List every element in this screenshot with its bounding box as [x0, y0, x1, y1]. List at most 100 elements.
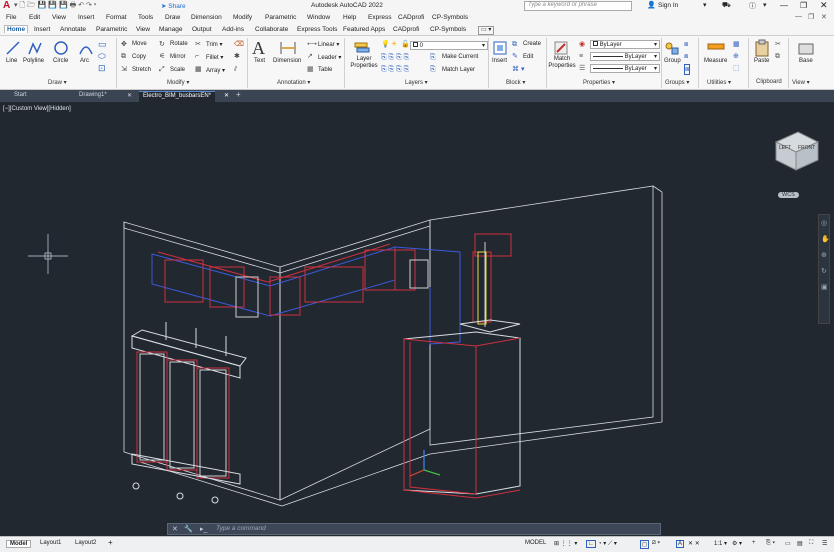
minimize-icon[interactable]: — — [780, 1, 788, 10]
tab-annotate[interactable]: Annotate — [58, 26, 88, 33]
boundary-icon[interactable]: ⊡ — [98, 64, 106, 73]
close-tab-icon[interactable]: ✕ — [224, 92, 229, 99]
file-tab-start[interactable]: Start — [10, 91, 31, 102]
doc-close-icon[interactable]: ✕ — [821, 13, 827, 21]
layer-properties-button[interactable]: Layer Properties — [349, 56, 379, 70]
rotate-button[interactable]: Rotate — [170, 41, 188, 47]
stretch-button[interactable]: Stretch — [132, 67, 151, 73]
grid-icon[interactable]: ⊞ ⋮⋮ ▾ — [554, 540, 577, 547]
insert-button[interactable]: Insert — [492, 58, 507, 64]
match-properties-icon[interactable] — [553, 40, 569, 56]
arc-button[interactable]: Arc — [80, 58, 89, 64]
layers-panel-label[interactable]: Layers ▾ — [405, 79, 428, 86]
match-properties-button[interactable]: Match Properties — [547, 56, 577, 70]
showmotion-icon[interactable]: ▣ — [821, 283, 828, 291]
properties-panel-label[interactable]: Properties ▾ — [583, 79, 615, 86]
ortho-icon[interactable]: ∟ — [586, 540, 596, 548]
help-icon[interactable]: ⓘ — [749, 1, 756, 11]
group-icon[interactable] — [664, 40, 680, 56]
share-button[interactable]: ➤ Share — [161, 2, 186, 10]
clipboard-panel-label[interactable]: Clipboard — [756, 79, 782, 85]
polyline-button[interactable]: Polyline — [23, 58, 44, 64]
viewcube-front-label[interactable]: FRONT — [798, 145, 815, 151]
table-button[interactable]: Table — [318, 67, 332, 73]
array-button[interactable]: Array ▾ — [206, 67, 225, 74]
polar-icon[interactable]: ◔ ▾ ⟋ ▾ — [598, 540, 617, 548]
menu-express[interactable]: Express — [368, 14, 391, 21]
draw-panel-label[interactable]: Draw ▾ — [48, 79, 67, 86]
osnap-icon[interactable]: ◻ — [640, 540, 649, 549]
paste-icon[interactable] — [754, 39, 770, 57]
clean-screen-icon[interactable]: ⛶ — [809, 540, 813, 547]
text-icon[interactable]: A — [252, 38, 265, 59]
workspace-icon[interactable]: + — [752, 540, 756, 546]
modify-panel-label[interactable]: Modify ▾ — [167, 79, 189, 86]
menu-draw[interactable]: Draw — [165, 14, 180, 21]
mirror-button[interactable]: Mirror — [170, 54, 186, 60]
isolate-icon[interactable]: ⎘ ▾ — [766, 540, 775, 547]
insert-block-icon[interactable] — [492, 40, 508, 56]
explode-icon[interactable]: ✱ — [234, 52, 240, 61]
layout-tab-layout2[interactable]: Layout2 — [75, 540, 96, 546]
layer-tool-icon[interactable]: ⎘ ⎘ ⎘ ⎘ — [381, 53, 409, 62]
linear-button[interactable]: Linear ▾ — [318, 41, 339, 48]
hardware-accel-icon[interactable]: ▤ — [797, 540, 803, 547]
sun-icon[interactable]: ☀ — [391, 40, 397, 49]
line-icon[interactable] — [5, 40, 21, 56]
create-button[interactable]: Create — [523, 41, 541, 47]
menu-help[interactable]: Help — [343, 14, 356, 21]
menu-tools[interactable]: Tools — [138, 14, 153, 21]
menu-cadprofi[interactable]: CADprofi — [398, 14, 424, 21]
tab-featured-apps[interactable]: Featured Apps — [341, 26, 387, 33]
dimension-button[interactable]: Dimension — [273, 58, 301, 64]
command-input[interactable]: Type a command — [216, 525, 266, 532]
text-button[interactable]: Text — [254, 58, 265, 64]
offset-icon[interactable]: ⫽ — [234, 65, 237, 74]
help-dropdown-icon[interactable]: ▾ — [763, 1, 767, 9]
measure-button[interactable]: Measure — [704, 58, 727, 64]
close-icon[interactable]: ✕ — [172, 525, 178, 533]
command-line[interactable]: ✕ 🔧 ▸_ Type a command — [167, 523, 661, 535]
paste-button[interactable]: Paste — [754, 58, 769, 64]
tab-insert[interactable]: Insert — [32, 26, 52, 33]
polyline-icon[interactable] — [27, 40, 43, 56]
arc-icon[interactable] — [78, 40, 94, 56]
layout-tab-model[interactable]: Model — [6, 540, 32, 548]
tab-add-ins[interactable]: Add-ins — [220, 26, 246, 33]
menu-view[interactable]: View — [52, 14, 66, 21]
ribbon-minimize-icon[interactable]: ▭ ▾ — [478, 26, 495, 35]
rectangle-icon[interactable]: ▭ — [98, 40, 107, 49]
erase-icon[interactable]: ⌫ — [234, 40, 244, 49]
tab-parametric[interactable]: Parametric — [94, 26, 129, 33]
color-dropdown[interactable]: ByLayer ▾ — [590, 40, 660, 49]
trim-button[interactable]: Trim ▾ — [206, 41, 222, 48]
linetype-dropdown[interactable]: ByLayer ▾ — [590, 52, 660, 61]
customization-icon[interactable]: ☰ — [822, 540, 827, 547]
annotation-visibility-icon[interactable]: ✕ ✕ — [688, 540, 700, 547]
search-box[interactable]: Type a keyword or phrase — [524, 1, 632, 11]
file-tab-electro-bim[interactable]: Electro_BIM_busbarsEN* — [139, 91, 216, 102]
annotation-scale-value[interactable]: 1:1 ▾ — [714, 540, 727, 547]
monitor-icon[interactable]: ▭ — [785, 540, 791, 547]
copy-clip-icon[interactable]: ⧉ — [775, 52, 780, 61]
block-panel-label[interactable]: Block ▾ — [506, 79, 525, 86]
lineweight-dropdown[interactable]: ByLayer ▾ — [590, 64, 660, 73]
scale-button[interactable]: Scale — [170, 67, 185, 73]
leader-button[interactable]: Leader ▾ — [318, 54, 341, 61]
otrack-icon[interactable]: ⧄ ▾ — [652, 540, 660, 547]
tab-cp-symbols[interactable]: CP-Symbols — [428, 26, 468, 33]
orbit-icon[interactable]: ↻ — [821, 267, 827, 275]
viewcube-left-label[interactable]: LEFT — [779, 145, 791, 151]
search-input[interactable]: Type a keyword or phrase — [528, 2, 597, 8]
layer-dropdown[interactable]: 0 ▾ — [410, 41, 488, 50]
move-button[interactable]: Move — [132, 41, 147, 47]
menu-file[interactable]: File — [6, 14, 16, 21]
hatch-icon[interactable]: ⬭ — [98, 52, 106, 61]
tab-home[interactable]: Home — [4, 25, 29, 33]
lock-icon[interactable]: 🔓 — [401, 40, 410, 49]
annotation-scale-icon[interactable]: A — [676, 540, 685, 548]
customize-icon[interactable]: 🔧 — [184, 525, 193, 533]
group-button[interactable]: Group — [664, 58, 681, 64]
make-current-button[interactable]: Make Current — [442, 54, 478, 60]
menu-parametric[interactable]: Parametric — [265, 14, 296, 21]
